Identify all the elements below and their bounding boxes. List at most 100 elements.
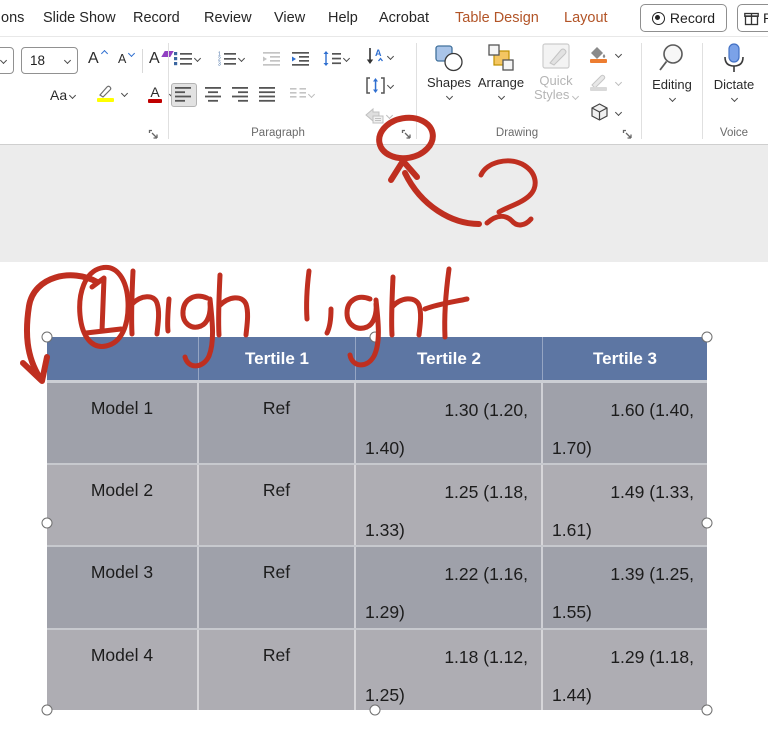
data-table[interactable]: Tertile 1 Tertile 2 Tertile 3 Model 1 Re… — [47, 337, 707, 710]
chevron-down-icon — [571, 92, 580, 101]
menu-tab-slide-show[interactable]: Slide Show — [43, 0, 116, 36]
chevron-down-icon[interactable] — [69, 91, 77, 99]
cell-tertile2[interactable]: 1.25 (1.18, 1.33) — [356, 464, 543, 545]
chevron-down-icon[interactable] — [342, 54, 351, 63]
shapes-icon — [435, 45, 463, 72]
chevron-down-icon[interactable] — [614, 50, 623, 59]
cell-tertile3[interactable]: 1.29 (1.18, 1.44) — [543, 630, 707, 711]
header-cell-tertile2[interactable]: Tertile 2 — [356, 337, 543, 380]
chevron-down-icon[interactable] — [193, 54, 202, 63]
cell-model[interactable]: Model 3 — [47, 547, 199, 628]
chevron-down-icon[interactable] — [730, 94, 738, 103]
align-center-button[interactable] — [205, 87, 222, 102]
cell-tertile1[interactable]: Ref — [199, 547, 356, 628]
paragraph-dialog-launcher[interactable] — [399, 127, 413, 141]
cell-model[interactable]: Model 1 — [47, 383, 199, 463]
cell-tertile1[interactable]: Ref — [199, 383, 356, 463]
highlighter-icon — [97, 84, 114, 102]
convert-to-smartart-button[interactable] — [364, 107, 394, 124]
chevron-down-icon[interactable] — [386, 52, 395, 60]
font-color-swatch — [148, 99, 162, 103]
menu-tab-view[interactable]: View — [274, 0, 305, 36]
chevron-down-icon[interactable] — [237, 54, 246, 63]
quick-styles-icon — [542, 43, 570, 69]
text-highlight-color-button[interactable] — [97, 84, 129, 102]
chevron-down-icon[interactable] — [668, 94, 676, 103]
menu-tab-help[interactable]: Help — [328, 0, 358, 36]
chevron-down-icon[interactable] — [386, 81, 395, 90]
header-cell-tertile3[interactable]: Tertile 3 — [543, 337, 707, 380]
group-divider — [641, 43, 642, 139]
selection-handle-middle-left[interactable] — [41, 517, 53, 529]
columns-button[interactable] — [290, 87, 316, 102]
chevron-down-icon[interactable] — [63, 56, 72, 65]
selection-handle-bottom-middle[interactable] — [369, 704, 381, 716]
shrink-font-button[interactable]: A — [118, 49, 136, 66]
selection-handle-top-right[interactable] — [701, 331, 713, 343]
text-direction-button[interactable]: A — [366, 47, 395, 65]
group-divider — [416, 43, 417, 139]
shape-effects-button[interactable] — [590, 103, 623, 122]
increase-indent-button[interactable] — [292, 51, 309, 66]
cell-tertile2[interactable]: 1.18 (1.12, 1.25) — [356, 629, 543, 710]
change-case-button[interactable]: Aa — [50, 87, 77, 103]
chevron-down-icon[interactable] — [497, 92, 505, 101]
menu-tab-transitions[interactable]: ons — [1, 0, 24, 36]
shape-fill-button[interactable] — [590, 46, 623, 63]
header-cell-tertile1[interactable]: Tertile 1 — [199, 337, 356, 380]
grow-font-button[interactable]: A — [88, 49, 108, 68]
paragraph-group-label: Paragraph — [251, 127, 305, 139]
chevron-down-icon[interactable] — [614, 108, 623, 117]
selection-handle-bottom-left[interactable] — [41, 704, 53, 716]
chevron-down-icon[interactable] — [120, 89, 129, 97]
svg-text:3: 3 — [218, 62, 221, 67]
align-left-button[interactable] — [175, 87, 192, 102]
table-row: Model 1 Ref 1.30 (1.20, 1.40) 1.60 (1.40… — [47, 380, 707, 463]
menu-tab-record[interactable]: Record — [133, 0, 180, 36]
bullets-button[interactable] — [174, 51, 202, 66]
dictate-button[interactable]: Dictate — [706, 43, 762, 103]
drawing-dialog-launcher[interactable] — [620, 127, 634, 141]
menu-tab-layout[interactable]: Layout — [564, 0, 608, 36]
align-right-button[interactable] — [232, 87, 249, 102]
menu-tab-table-design[interactable]: Table Design — [455, 0, 539, 36]
selection-handle-top-middle[interactable] — [369, 331, 381, 343]
font-size-combo[interactable]: 18 — [21, 47, 78, 74]
menu-tab-review[interactable]: Review — [204, 0, 252, 36]
cell-tertile1[interactable]: Ref — [199, 464, 356, 545]
font-dialog-launcher[interactable] — [146, 127, 160, 141]
columns-icon — [290, 88, 306, 98]
chevron-down-icon — [385, 111, 394, 120]
justify-button[interactable] — [259, 87, 276, 102]
font-name-combo[interactable] — [0, 47, 14, 74]
selection-handle-top-left[interactable] — [41, 331, 53, 343]
numbering-button[interactable]: 1 2 3 — [218, 51, 246, 67]
present-button[interactable]: P — [737, 4, 768, 32]
quick-styles-button[interactable]: Quick Styles — [531, 43, 581, 102]
selection-handle-bottom-right[interactable] — [701, 704, 713, 716]
shapes-button[interactable]: Shapes — [426, 43, 472, 101]
line-spacing-button[interactable] — [323, 51, 351, 66]
shape-outline-button[interactable] — [590, 74, 623, 91]
chevron-down-icon[interactable] — [445, 92, 453, 101]
arrange-button[interactable]: Arrange — [476, 43, 526, 101]
editing-button[interactable]: Editing — [645, 43, 699, 103]
decrease-indent-button[interactable] — [263, 51, 280, 66]
cell-tertile3[interactable]: 1.49 (1.33, 1.61) — [543, 465, 707, 546]
table-row: Model 4 Ref 1.18 (1.12, 1.25) 1.29 (1.18… — [47, 627, 707, 711]
drawing-group-label: Drawing — [495, 127, 539, 139]
menu-tab-acrobat[interactable]: Acrobat — [379, 0, 429, 36]
cell-tertile2[interactable]: 1.22 (1.16, 1.29) — [356, 547, 543, 628]
cell-model[interactable]: Model 4 — [47, 629, 199, 710]
record-button[interactable]: Record — [640, 4, 727, 32]
cell-model[interactable]: Model 2 — [47, 464, 199, 545]
justify-icon — [259, 87, 275, 102]
align-text-button[interactable] — [366, 77, 395, 94]
selection-handle-middle-right[interactable] — [701, 517, 713, 529]
cell-tertile3[interactable]: 1.60 (1.40, 1.70) — [543, 383, 707, 463]
chevron-down-icon[interactable] — [0, 56, 8, 65]
cell-tertile2[interactable]: 1.30 (1.20, 1.40) — [356, 383, 543, 463]
cell-tertile3[interactable]: 1.39 (1.25, 1.55) — [543, 547, 707, 628]
header-cell-blank[interactable] — [47, 337, 199, 380]
cell-tertile1[interactable]: Ref — [199, 629, 356, 710]
